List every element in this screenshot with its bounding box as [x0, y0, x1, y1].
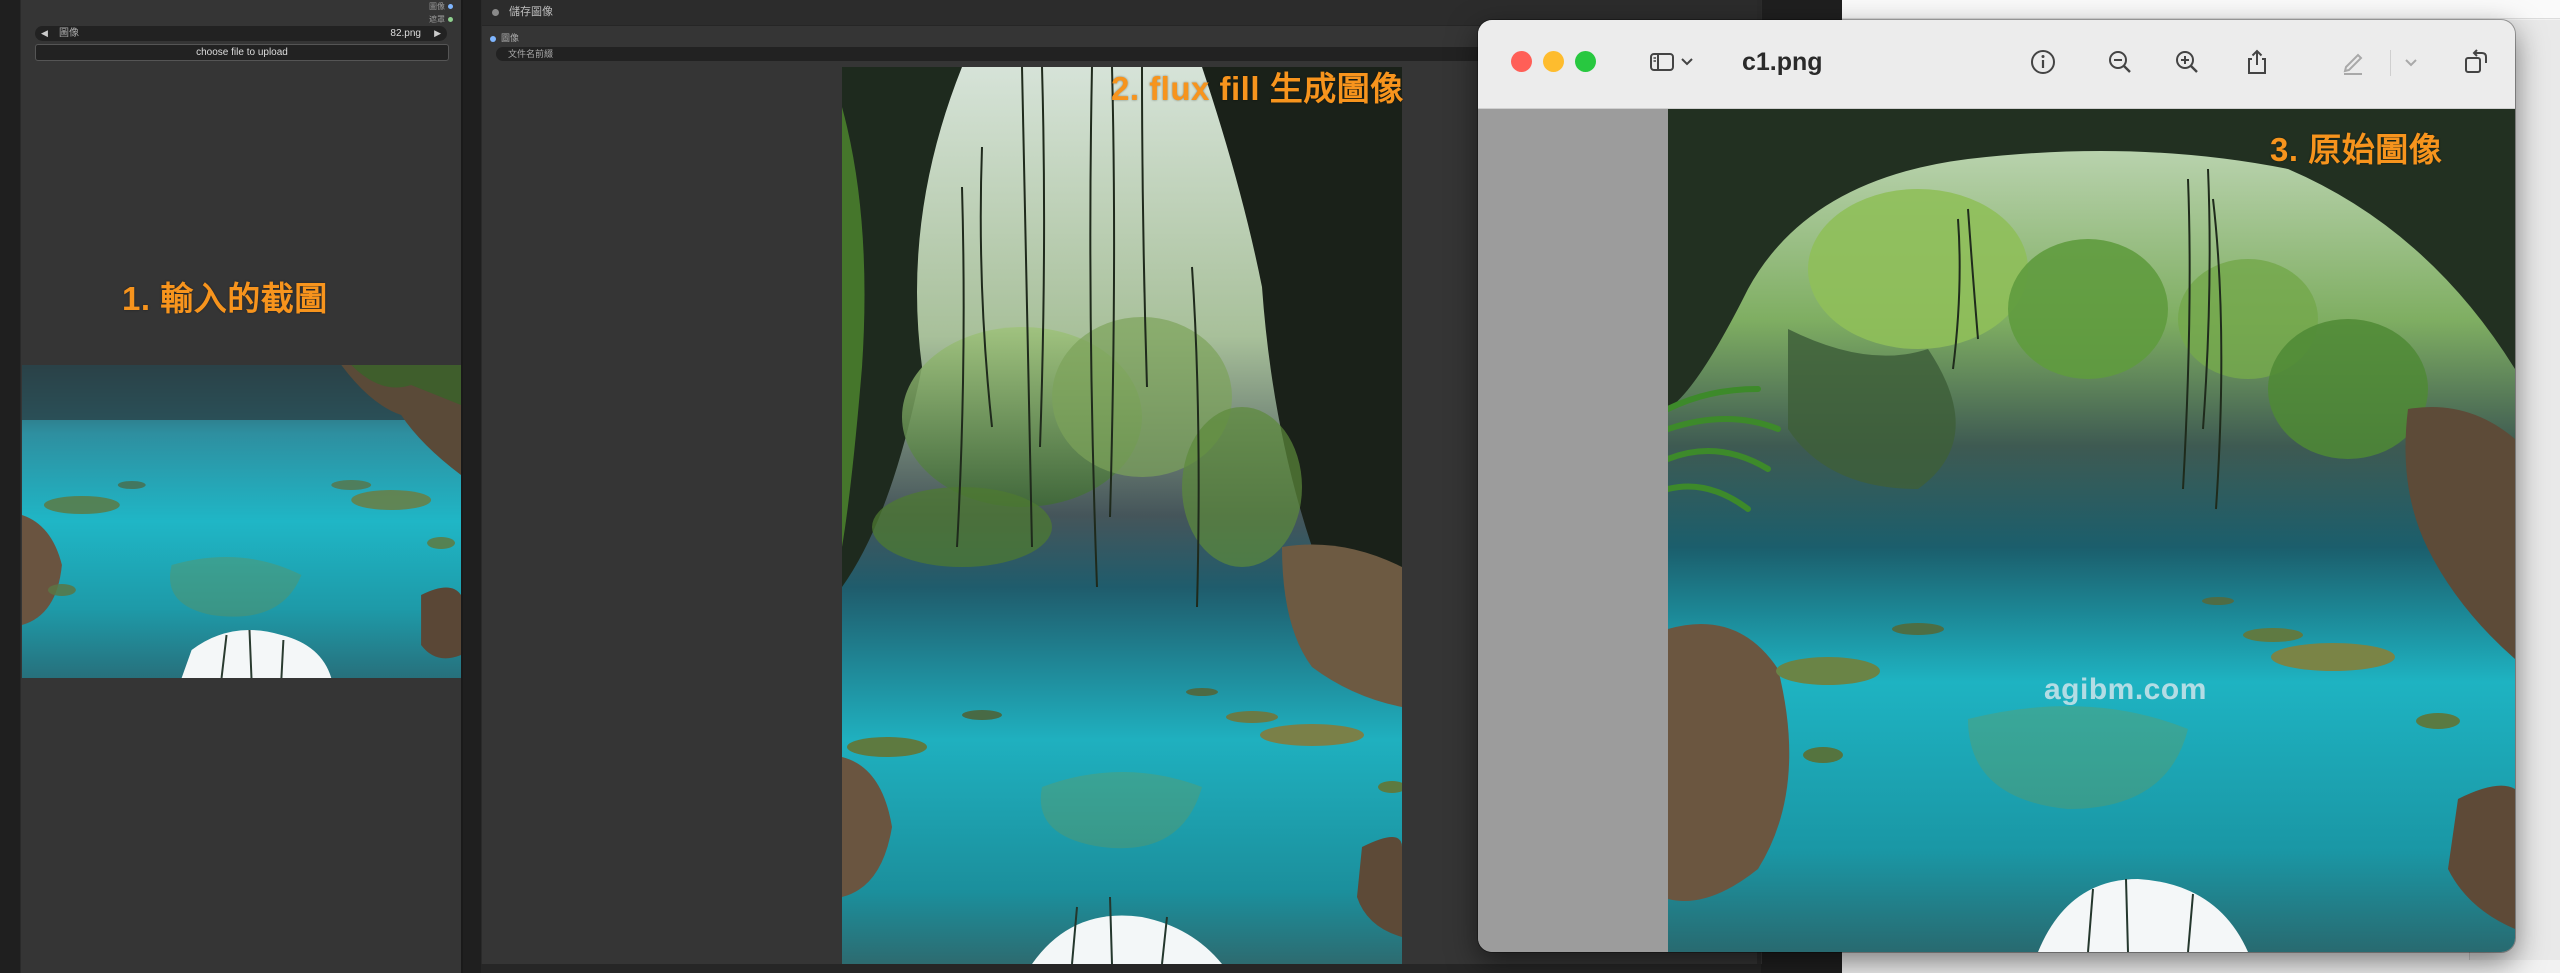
- canvas-bottom-bar: [481, 964, 1761, 973]
- load-image-node[interactable]: 圖像 遮罩 ◀ 圖像 82.png ▶ choose file to uploa…: [20, 0, 463, 973]
- zoom-button[interactable]: [1575, 51, 1596, 72]
- markup-pen-icon[interactable]: [2337, 46, 2369, 78]
- caption-original-image: 3. 原始圖像: [2270, 131, 2443, 168]
- output-slot-labels: 圖像 遮罩: [429, 0, 453, 26]
- rotate-icon[interactable]: [2460, 46, 2492, 78]
- preview-canvas: agibm.com 3. 原始圖像: [1478, 109, 2515, 952]
- minimize-button[interactable]: [1543, 51, 1564, 72]
- preview-titlebar[interactable]: c1.png: [1478, 20, 2515, 109]
- zoom-in-icon[interactable]: [2171, 46, 2203, 78]
- caption-generated-image: 2. flux fill 生成圖像: [1111, 70, 1404, 107]
- combo-next-arrow[interactable]: ▶: [434, 26, 441, 41]
- input-slot-label: 圖像: [501, 33, 520, 43]
- info-icon[interactable]: [2027, 46, 2059, 78]
- original-image: agibm.com: [1668, 109, 2515, 952]
- chevron-down-icon[interactable]: [1678, 46, 1696, 78]
- caption-input-screenshot: 1. 輸入的截圖: [122, 280, 328, 317]
- input-slot-dot[interactable]: [490, 35, 496, 42]
- input-slot-image[interactable]: 圖像: [490, 31, 519, 44]
- document-title: c1.png: [1742, 48, 1823, 76]
- generated-image: [842, 67, 1402, 964]
- upload-button[interactable]: choose file to upload: [35, 44, 449, 61]
- toolbar-separator: [2390, 50, 2391, 76]
- combo-label: 圖像: [59, 28, 79, 39]
- zoom-out-icon[interactable]: [2104, 46, 2136, 78]
- background-window-strip: [1842, 0, 2560, 19]
- image-combo-widget[interactable]: ◀ 圖像 82.png ▶: [35, 26, 447, 41]
- preview-window[interactable]: c1.png agibm.com 3. 原始圖像: [1478, 20, 2515, 952]
- close-button[interactable]: [1511, 51, 1532, 72]
- output-slot-image-dot[interactable]: [448, 4, 453, 10]
- sidebar-toggle-icon[interactable]: [1646, 46, 1678, 78]
- input-screenshot-image: [22, 365, 461, 678]
- combo-value: 82.png: [390, 28, 421, 39]
- node-title: 儲存圖像: [509, 6, 553, 18]
- slot-label-mask: 遮罩: [429, 15, 445, 24]
- combo-prev-arrow[interactable]: ◀: [41, 26, 48, 41]
- collapse-dot-icon[interactable]: [492, 9, 499, 16]
- share-icon[interactable]: [2241, 46, 2273, 78]
- slot-label-image: 圖像: [429, 2, 445, 11]
- output-slot-mask-dot[interactable]: [448, 17, 453, 23]
- watermark-text: agibm.com: [2044, 673, 2207, 706]
- markup-chevron-down-icon[interactable]: [2402, 46, 2420, 78]
